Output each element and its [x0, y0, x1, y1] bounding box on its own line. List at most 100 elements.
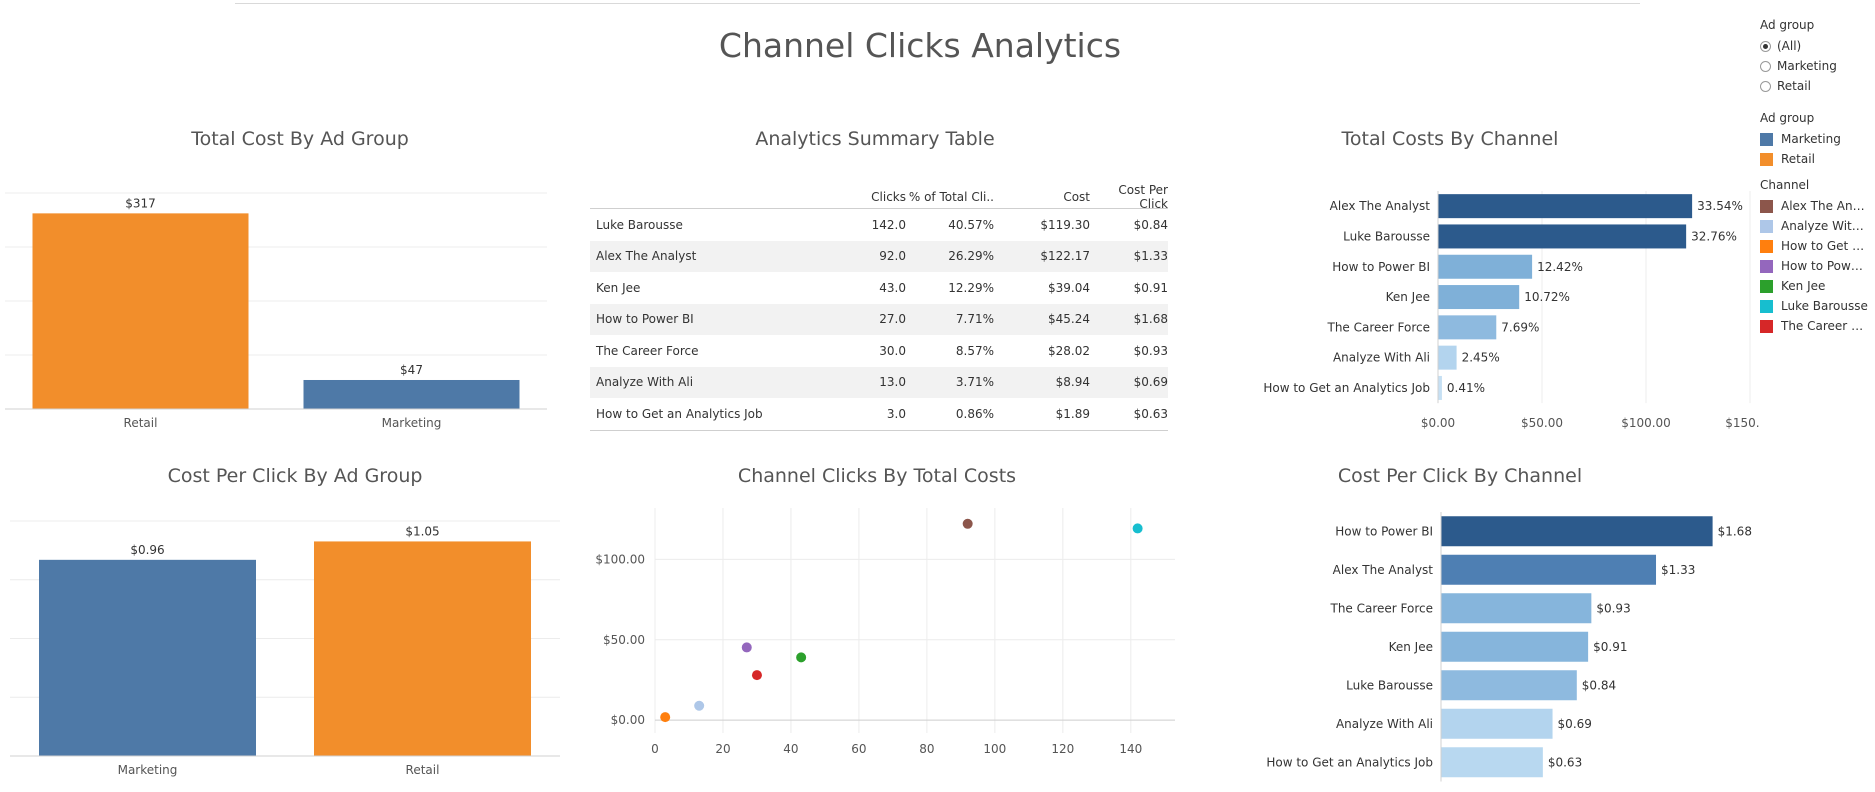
data-label: $0.96	[130, 543, 164, 557]
bar	[1441, 747, 1543, 778]
ad-group-option-label: Retail	[1777, 79, 1811, 93]
x-tick-label: 40	[783, 742, 798, 756]
channel-legend-title: Channel	[1760, 178, 1810, 192]
col-header-pct-clicks[interactable]: % of Total Cli..	[906, 190, 994, 204]
cell-cpc: $0.91	[1133, 280, 1168, 295]
table-row[interactable]: How to Get an Analytics Job 3.0 0.86% $1.89…	[590, 398, 1168, 430]
y-tick-label: Luke Barousse	[1343, 229, 1430, 243]
color-swatch-icon	[1760, 259, 1773, 273]
data-label: $1.05	[405, 524, 439, 538]
cell-clicks: 3.0	[886, 406, 906, 421]
cell-cost: $1.89	[1055, 406, 1090, 421]
radio-icon[interactable]	[1760, 40, 1771, 52]
scatter-point	[751, 670, 762, 681]
y-tick-label: How to Power BI	[1335, 524, 1433, 538]
ad-group-filter-title: Ad group	[1760, 18, 1815, 32]
x-tick-label: 140	[1119, 742, 1142, 756]
panel-title-summary-table: Analytics Summary Table	[755, 128, 995, 150]
bar	[314, 541, 531, 756]
bar	[1441, 516, 1713, 547]
data-label: $0.63	[1548, 755, 1582, 769]
scatter-point	[796, 652, 807, 663]
y-tick-label: The Career Force	[1326, 320, 1430, 334]
bar	[1438, 194, 1693, 219]
col-header-clicks[interactable]: Clicks	[826, 190, 906, 204]
ad-group-option[interactable]: Marketing	[1760, 56, 1837, 76]
cell-cpc: $0.63	[1133, 406, 1168, 421]
panel-title-total-costs-channel: Total Costs By Channel	[1341, 128, 1559, 150]
cell-channel: Analyze With Ali	[596, 375, 694, 390]
table-row[interactable]: Analyze With Ali 13.0 3.71% $8.94 $0.69	[590, 366, 1168, 398]
x-tick-label: Marketing	[382, 416, 442, 430]
panel-title-cpc-channel: Cost Per Click By Channel	[1337, 465, 1583, 487]
y-tick-label: How to Power BI	[1332, 260, 1430, 274]
y-tick-label: $100.00	[595, 552, 645, 566]
scatter-point	[694, 700, 705, 711]
cell-pct: 0.86%	[955, 406, 994, 421]
y-tick-label: Analyze With Ali	[1336, 717, 1433, 731]
table-row[interactable]: How to Power BI 27.0 7.71% $45.24 $1.68	[590, 303, 1168, 335]
radio-icon[interactable]	[1760, 80, 1771, 92]
data-label: $317	[125, 196, 156, 210]
cell-cost: $28.02	[1048, 343, 1090, 358]
data-label: 0.41%	[1447, 381, 1485, 395]
channel-legend-item[interactable]: How to Powe...	[1760, 256, 1869, 276]
scatter-point	[741, 642, 752, 653]
color-swatch-icon	[1760, 219, 1773, 233]
x-tick-label: 20	[715, 742, 730, 756]
bar	[1441, 631, 1589, 662]
cell-clicks: 13.0	[879, 375, 906, 390]
col-header-cost[interactable]: Cost	[994, 190, 1090, 204]
table-row[interactable]: Luke Barousse 142.0 40.57% $119.30 $0.84	[590, 209, 1168, 241]
ad-group-option-label: Marketing	[1777, 59, 1837, 73]
scatter-point	[660, 712, 671, 723]
ad-group-option[interactable]: Retail	[1760, 76, 1837, 96]
radio-icon[interactable]	[1760, 60, 1771, 72]
cell-channel: Ken Jee	[596, 280, 641, 295]
cell-channel: Luke Barousse	[596, 217, 683, 232]
table-row[interactable]: Ken Jee 43.0 12.29% $39.04 $0.91	[590, 272, 1168, 304]
channel-legend-item[interactable]: How to Get a...	[1760, 236, 1869, 256]
y-tick-label: $50.00	[603, 633, 645, 647]
data-label: $1.33	[1661, 563, 1695, 577]
y-tick-label: Ken Jee	[1389, 640, 1433, 654]
x-tick-label: 100	[983, 742, 1006, 756]
cell-pct: 26.29%	[948, 249, 994, 264]
channel-legend-item[interactable]: Luke Barousse	[1760, 296, 1869, 316]
ad-group-legend-item[interactable]: Retail	[1760, 149, 1841, 169]
cell-clicks: 43.0	[879, 280, 906, 295]
channel-legend-item[interactable]: Ken Jee	[1760, 276, 1869, 296]
ad-group-filter: Ad group (All) Marketing Retail	[1760, 18, 1837, 96]
data-label: 33.54%	[1697, 199, 1743, 213]
ad-group-legend-item[interactable]: Marketing	[1760, 129, 1841, 149]
bar	[1438, 375, 1442, 400]
panel-title-total-cost-ad-group: Total Cost By Ad Group	[191, 128, 409, 150]
bar	[1438, 315, 1497, 340]
cell-cost: $8.94	[1055, 375, 1090, 390]
y-tick-label: Analyze With Ali	[1333, 351, 1430, 365]
total-cost-by-ad-group-chart: $317 Retail $47 Marketing	[5, 192, 547, 430]
y-tick-label: How to Get an Analytics Job	[1266, 755, 1433, 769]
ad-group-option[interactable]: (All)	[1760, 36, 1837, 56]
cell-cost: $122.17	[1040, 249, 1090, 264]
top-divider	[235, 3, 1640, 4]
color-swatch-icon	[1760, 279, 1773, 293]
data-label: 12.42%	[1537, 260, 1583, 274]
channel-legend-item[interactable]: The Career Fo...	[1760, 316, 1869, 336]
ad-group-legend-label: Marketing	[1781, 132, 1841, 146]
channel-legend-item[interactable]: Alex The Anal...	[1760, 196, 1869, 216]
col-header-cpc[interactable]: Cost Per Click	[1090, 183, 1168, 211]
data-label: $0.84	[1582, 678, 1616, 692]
color-swatch-icon	[1760, 199, 1773, 213]
channel-legend-item[interactable]: Analyze With ...	[1760, 216, 1869, 236]
cell-cost: $45.24	[1048, 312, 1090, 327]
data-label: $47	[400, 363, 423, 377]
x-tick-label: $0.00	[1421, 416, 1455, 430]
color-swatch-icon	[1760, 299, 1773, 313]
table-header: Clicks % of Total Cli.. Cost Cost Per Cl…	[590, 183, 1168, 211]
bar	[1441, 554, 1657, 585]
cell-cpc: $0.93	[1133, 343, 1168, 358]
cell-clicks: 27.0	[879, 312, 906, 327]
table-row[interactable]: Alex The Analyst 92.0 26.29% $122.17 $1.33	[590, 240, 1168, 272]
table-row[interactable]: The Career Force 30.0 8.57% $28.02 $0.93	[590, 335, 1168, 367]
